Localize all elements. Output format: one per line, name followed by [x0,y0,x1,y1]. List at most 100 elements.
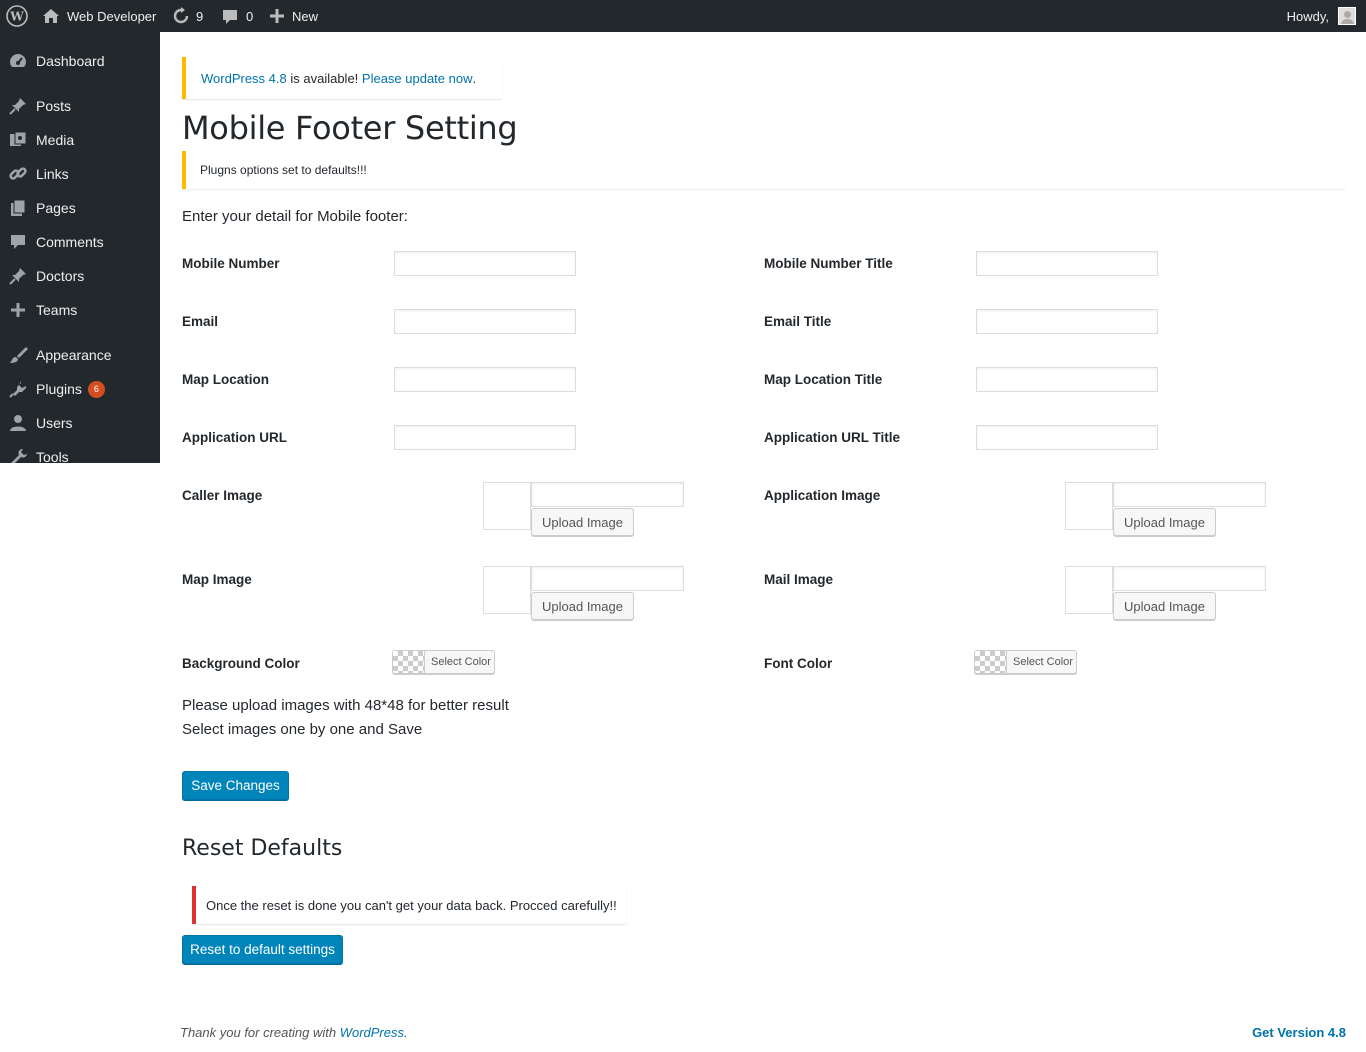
reset-defaults-button[interactable]: Reset to default settings [182,935,343,964]
application-url-title-input[interactable] [976,425,1158,450]
map-location-input[interactable] [394,367,576,392]
sidebar-item-label: Posts [36,98,72,114]
update-nag: WordPress 4.8 is available! Please updat… [182,57,502,99]
user-icon [0,413,36,433]
notice-text: Plugns options set to defaults!!! [200,163,367,177]
select-color-label: Select Color [431,656,491,668]
color-swatch [393,651,425,673]
plugins-update-badge: 6 [87,380,105,398]
map-image-label: Map Image [182,572,252,587]
sidebar-item-appearance[interactable]: Appearance [0,338,160,372]
sidebar-item-pages[interactable]: Pages [0,191,160,225]
application-image-url-input[interactable] [1113,482,1266,507]
sidebar-item-media[interactable]: Media [0,123,160,157]
reset-warning-text: Once the reset is done you can't get you… [206,897,617,913]
sidebar-item-label: Doctors [36,268,85,284]
admin-bar: W Web Developer 9 0 New Howdy, [0,0,1366,32]
my-account-link[interactable]: Howdy, [1287,0,1356,32]
svg-text:W: W [9,10,24,24]
caller-image-preview [483,482,531,530]
sidebar-item-users[interactable]: Users [0,406,160,440]
plugin-icon [0,379,36,399]
dashboard-icon [0,51,36,71]
save-changes-button[interactable]: Save Changes [182,771,289,800]
reset-defaults-heading: Reset Defaults [182,836,343,861]
get-version-link[interactable]: Get Version 4.8 [1252,1025,1346,1040]
caller-image-upload-button[interactable]: Upload Image [531,508,634,536]
new-label: New [292,8,319,24]
settings-notice: Plugns options set to defaults!!! [182,151,1346,189]
sidebar-item-links[interactable]: Links [0,157,160,191]
image-size-note: Please upload images with 48*48 for bett… [182,697,509,714]
sidebar-item-label: Users [36,415,73,431]
sidebar-item-comments[interactable]: Comments [0,225,160,259]
caller-image-url-input[interactable] [531,482,684,507]
mail-image-preview [1065,566,1113,614]
map-location-label: Map Location [182,372,269,387]
wrench-icon [0,447,36,463]
comment-icon [221,8,239,25]
please-update-link[interactable]: Please update now [362,71,473,86]
application-url-label: Application URL [182,430,287,445]
map-image-upload-button[interactable]: Upload Image [531,592,634,620]
avatar [1338,7,1356,25]
page-title: Mobile Footer Setting [182,109,518,147]
footer-period: . [404,1025,408,1040]
wordpress-logo-icon[interactable]: W [6,0,28,32]
email-title-label: Email Title [764,314,832,329]
reset-warning-notice: Once the reset is done you can't get you… [192,886,626,924]
email-title-input[interactable] [976,309,1158,334]
sidebar-item-doctors[interactable]: Doctors [0,259,160,293]
mail-image-url-input[interactable] [1113,566,1266,591]
mobile-number-title-input[interactable] [976,251,1158,276]
mail-image-label: Mail Image [764,572,834,587]
font-color-label: Font Color [764,656,833,671]
update-nag-text: is available! [286,70,362,86]
footer-thankyou: Thank you for creating with WordPress. [180,1025,408,1040]
updates-count: 9 [196,8,204,24]
pages-icon [0,198,36,218]
footer-wordpress-link[interactable]: WordPress [340,1025,404,1040]
map-location-title-input[interactable] [976,367,1158,392]
sidebar-item-label: Comments [36,234,104,250]
map-location-title-label: Map Location Title [764,372,883,387]
application-image-upload-button[interactable]: Upload Image [1113,508,1216,536]
brush-icon [0,345,36,365]
select-color-label: Select Color [1013,656,1073,668]
wordpress-version-link[interactable]: WordPress 4.8 [201,71,287,86]
site-name-link[interactable]: Web Developer [42,0,156,32]
sidebar-item-label: Dashboard [36,53,105,69]
email-input[interactable] [394,309,576,334]
update-nag-period: . [472,70,477,86]
sidebar-item-label: Links [36,166,69,182]
pin-icon [0,266,36,286]
sidebar-item-label: Pages [36,200,76,216]
sidebar-item-dashboard[interactable]: Dashboard [0,44,160,78]
sidebar-item-label: Teams [36,302,78,318]
updates-link[interactable]: 9 [172,0,203,32]
application-url-input[interactable] [394,425,576,450]
mobile-number-input[interactable] [394,251,576,276]
email-label: Email [182,314,219,329]
image-order-note: Select images one by one and Save [182,721,423,738]
background-color-picker-button[interactable]: Select Color [392,650,495,674]
media-icon [0,130,36,150]
comments-link[interactable]: 0 [221,0,253,32]
sidebar-item-tools[interactable]: Tools [0,440,160,463]
mobile-number-label: Mobile Number [182,256,280,271]
mail-image-upload-button[interactable]: Upload Image [1113,592,1216,620]
sidebar-item-plugins[interactable]: Plugins 6 [0,372,160,406]
sidebar-item-label: Tools [36,449,69,463]
plus-icon [270,9,284,23]
new-content-link[interactable]: New [270,0,318,32]
comment-icon [0,232,36,252]
howdy-label: Howdy, [1286,8,1329,24]
plus-icon [0,300,36,320]
application-url-title-label: Application URL Title [764,430,901,445]
map-image-preview [483,566,531,614]
sidebar-item-teams[interactable]: Teams [0,293,160,327]
font-color-picker-button[interactable]: Select Color [974,650,1077,674]
sidebar-item-posts[interactable]: Posts [0,89,160,123]
mobile-number-title-label: Mobile Number Title [764,256,893,271]
map-image-url-input[interactable] [531,566,684,591]
